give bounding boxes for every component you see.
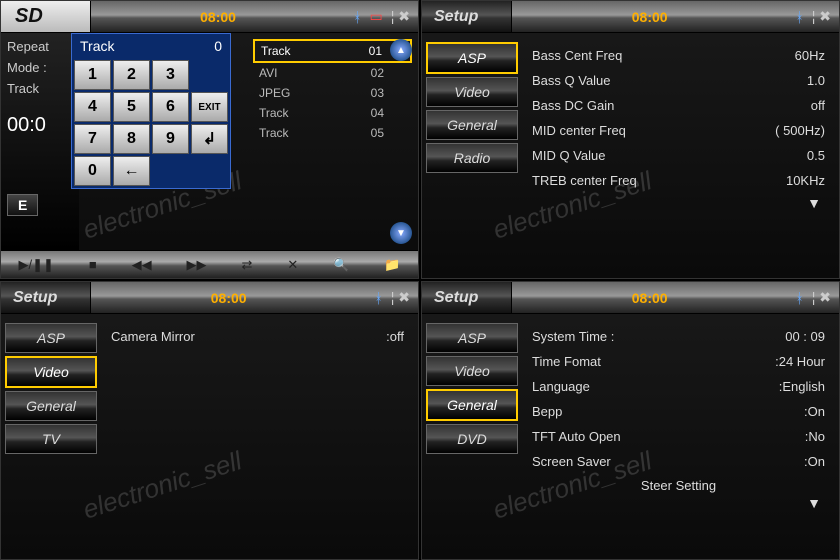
play-control-2[interactable]: ◀◀ — [132, 257, 152, 273]
tools-icon[interactable]: ¦ ✖ — [812, 8, 831, 25]
settings-general: System Time :00 : 09Time Fomat:24 HourLa… — [522, 314, 839, 559]
clock: 08:00 — [632, 290, 668, 306]
sd-panel: SD 08:00 ᚼ ▭ ¦ ✖ Repeat Mode : Track 00:… — [0, 0, 419, 279]
sidebar-item-video[interactable]: Video — [426, 356, 518, 386]
sd-info: Repeat Mode : Track 00:0 — [1, 33, 79, 250]
key-8[interactable]: 8 — [113, 124, 150, 154]
play-control-7[interactable]: 📁 — [384, 257, 400, 273]
sidebar-item-dvd[interactable]: DVD — [426, 424, 518, 454]
sidebar-item-tv[interactable]: TV — [5, 424, 97, 454]
play-control-5[interactable]: ✕ — [287, 257, 298, 273]
title-setup: Setup — [422, 282, 512, 313]
key-blank — [191, 60, 228, 90]
more-down-icon[interactable]: ▼ — [528, 493, 829, 513]
bluetooth-icon[interactable]: ᚼ — [374, 290, 382, 306]
scroll-up-icon[interactable]: ▲ — [390, 39, 412, 61]
key-4[interactable]: 4 — [74, 92, 111, 122]
play-control-1[interactable]: ■ — [89, 257, 97, 272]
e-button[interactable]: E — [7, 194, 38, 216]
clock: 08:00 — [632, 9, 668, 25]
sidebar-item-asp[interactable]: ASP — [426, 42, 518, 74]
sidebar-item-asp[interactable]: ASP — [426, 323, 518, 353]
key-9[interactable]: 9 — [152, 124, 189, 154]
bluetooth-icon[interactable]: ᚼ — [795, 290, 803, 306]
track-row[interactable]: Track04 — [253, 103, 412, 123]
setting-row[interactable]: Language:English — [528, 374, 829, 399]
header: SD 08:00 ᚼ ▭ ¦ ✖ — [1, 1, 418, 33]
key-blank — [152, 156, 189, 186]
sidebar-item-general[interactable]: General — [426, 110, 518, 140]
bluetooth-icon[interactable]: ᚼ — [353, 9, 361, 25]
title-sd: SD — [1, 1, 91, 32]
key-0[interactable]: 0 — [74, 156, 111, 186]
more-down-icon[interactable]: ▼ — [528, 193, 829, 213]
sidebar-item-asp[interactable]: ASP — [5, 323, 97, 353]
keypad-grid: 123 456EXIT 789↲ 0← — [72, 58, 230, 188]
play-control-3[interactable]: ▶▶ — [187, 257, 207, 273]
key-2[interactable]: 2 — [113, 60, 150, 90]
track-label: Track — [7, 79, 73, 100]
elapsed-time: 00:0 — [7, 109, 73, 141]
settings-asp: Bass Cent Freq60HzBass Q Value1.0Bass DC… — [522, 33, 839, 278]
track-row[interactable]: AVI02 — [253, 63, 412, 83]
key-3[interactable]: 3 — [152, 60, 189, 90]
key-←[interactable]: ← — [113, 156, 150, 186]
keypad-value: 0 — [214, 38, 222, 54]
key-6[interactable]: 6 — [152, 92, 189, 122]
setting-row[interactable]: Screen Saver:On — [528, 449, 829, 474]
setting-row[interactable]: Time Fomat:24 Hour — [528, 349, 829, 374]
sidebar-item-radio[interactable]: Radio — [426, 143, 518, 173]
title-setup: Setup — [1, 282, 91, 313]
keypad-title: Track — [80, 38, 114, 54]
side-menu-asp: ASPVideoGeneralRadio — [422, 33, 522, 278]
side-menu-video: ASPVideoGeneralTV — [1, 314, 101, 559]
screen-icon[interactable]: ▭ — [370, 8, 383, 25]
settings-video: Camera Mirror:off — [101, 314, 418, 559]
setting-row[interactable]: TREB center Freq10KHz — [528, 168, 829, 193]
key-blank — [191, 156, 228, 186]
key-EXIT[interactable]: EXIT — [191, 92, 228, 122]
key-1[interactable]: 1 — [74, 60, 111, 90]
tools-icon[interactable]: ¦ ✖ — [812, 289, 831, 306]
track-row[interactable]: Track01 — [253, 39, 412, 63]
setting-row[interactable]: Bass DC Gainoff — [528, 93, 829, 118]
setting-row[interactable]: System Time :00 : 09 — [528, 324, 829, 349]
play-control-0[interactable]: ▶/❚❚ — [18, 257, 53, 273]
sidebar-item-general[interactable]: General — [426, 389, 518, 421]
title-setup: Setup — [422, 1, 512, 32]
bluetooth-icon[interactable]: ᚼ — [795, 9, 803, 25]
sidebar-item-video[interactable]: Video — [426, 77, 518, 107]
side-menu-general: ASPVideoGeneralDVD — [422, 314, 522, 559]
setting-row[interactable]: Camera Mirror:off — [107, 324, 408, 349]
setup-asp-panel: Setup 08:00 ᚼ ¦ ✖ ASPVideoGeneralRadio B… — [421, 0, 840, 279]
keypad-popup: Track 0 123456EXIT789↲0← — [71, 33, 231, 189]
scroll-down-icon[interactable]: ▼ — [390, 222, 412, 244]
setting-row[interactable]: Bass Q Value1.0 — [528, 68, 829, 93]
tools-icon[interactable]: ¦ ✖ — [391, 289, 410, 306]
key-5[interactable]: 5 — [113, 92, 150, 122]
tools-icon[interactable]: ¦ ✖ — [391, 8, 410, 25]
clock: 08:00 — [200, 9, 236, 25]
steer-setting[interactable]: Steer Setting — [528, 474, 829, 493]
play-control-6[interactable]: 🔍 — [333, 257, 349, 273]
setup-video-panel: Setup 08:00 ᚼ ¦ ✖ ASPVideoGeneralTV Came… — [0, 281, 419, 560]
play-control-4[interactable]: ⇄ — [241, 257, 252, 273]
sidebar-item-video[interactable]: Video — [5, 356, 97, 388]
setting-row[interactable]: Bass Cent Freq60Hz — [528, 43, 829, 68]
track-row[interactable]: JPEG03 — [253, 83, 412, 103]
setup-general-panel: Setup 08:00 ᚼ ¦ ✖ ASPVideoGeneralDVD Sys… — [421, 281, 840, 560]
track-row[interactable]: Track05 — [253, 123, 412, 143]
playbar: ▶/❚❚ ■ ◀◀ ▶▶ ⇄ ✕ 🔍 📁 — [1, 250, 418, 278]
setting-row[interactable]: Bepp:On — [528, 399, 829, 424]
clock: 08:00 — [211, 290, 247, 306]
setting-row[interactable]: TFT Auto Open:No — [528, 424, 829, 449]
setting-row[interactable]: MID center Freq( 500Hz) — [528, 118, 829, 143]
repeat-label: Repeat — [7, 37, 73, 58]
sidebar-item-general[interactable]: General — [5, 391, 97, 421]
key-7[interactable]: 7 — [74, 124, 111, 154]
key-↲[interactable]: ↲ — [191, 124, 228, 154]
setting-row[interactable]: MID Q Value0.5 — [528, 143, 829, 168]
mode-label: Mode : — [7, 58, 73, 79]
